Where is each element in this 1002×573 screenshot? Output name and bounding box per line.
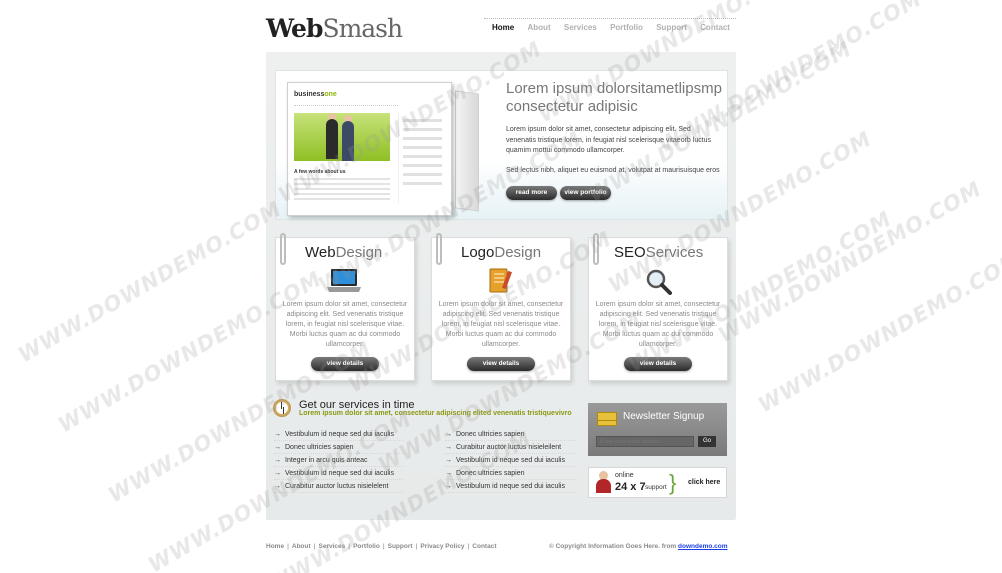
paperclip-icon <box>436 233 442 265</box>
footer-link-portfolio[interactable]: Portfolio <box>353 543 380 550</box>
nav-contact[interactable]: Contact <box>700 23 730 32</box>
list-item: Vestibulum id neque sed dui iaculis <box>274 428 404 441</box>
hero-paragraph-2: Sed lectus nibh, aliquet eu euismod at, … <box>506 167 720 174</box>
site-logo[interactable]: WebSmash <box>266 14 403 43</box>
list-item: Donec ultricies sapien <box>274 441 404 454</box>
view-portfolio-button[interactable]: view portfolio <box>560 186 611 200</box>
read-more-button[interactable]: read more <box>506 186 557 200</box>
copyright-text: © Copyright Information Goes Here. from <box>549 543 679 550</box>
support-hours: 24 x 7 <box>615 481 646 493</box>
service-title-a: Logo <box>461 244 495 261</box>
service-title: WebDesign <box>305 244 382 261</box>
website-mockup-image: businessone A few words about us <box>287 82 479 216</box>
logo-part-smash: Smash <box>322 14 403 43</box>
support-label: support <box>645 484 667 491</box>
newsletter-email-input[interactable] <box>596 436 694 447</box>
list-item: Donec ultricies sapien <box>445 428 575 441</box>
footer-link-privacy[interactable]: Privacy Policy <box>420 543 464 550</box>
paperclip-icon <box>280 233 286 265</box>
newsletter-title: Newsletter Signup <box>623 411 705 422</box>
view-details-button[interactable]: view details <box>467 357 535 371</box>
service-title-a: Web <box>305 244 336 261</box>
services-time-subtitle: Lorem ipsum dolor sit amet, consectetur … <box>299 410 572 417</box>
list-item: Curabitur auctor luctus nisielelent <box>274 480 404 493</box>
logo-part-web: Web <box>266 14 323 43</box>
service-title-b: Services <box>645 244 704 261</box>
footer-links: Home | About | Services | Portfolio | Support | Pr… <box>266 543 497 550</box>
list-item: Vestibulum id neque sed dui iaculis <box>274 467 404 480</box>
service-title-b: Design <box>335 244 383 261</box>
nav-services[interactable]: Services <box>564 23 597 32</box>
watermark-text: WWW.DOWNDEMO.COM <box>714 176 986 348</box>
mockup-heading: A few words about us <box>294 169 346 175</box>
nav-home[interactable]: Home <box>492 23 514 32</box>
footer-link-services[interactable]: Services <box>319 543 346 550</box>
view-details-button[interactable]: view details <box>311 357 379 371</box>
person-figure <box>326 119 338 159</box>
footer-link-support[interactable]: Support <box>388 543 413 550</box>
support-click-here-link[interactable]: click here <box>688 479 720 486</box>
service-text: Lorem ipsum dolor sit amet, consectetur … <box>595 301 721 348</box>
footer-link-about[interactable]: About <box>292 543 311 550</box>
support-online-label: online <box>615 472 634 479</box>
service-title: SEOServices <box>614 244 703 261</box>
service-title-a: SEO <box>614 244 646 261</box>
footer-site-link[interactable]: downdemo.com <box>678 543 727 550</box>
nav-support[interactable]: Support <box>656 23 687 32</box>
footer-link-contact[interactable]: Contact <box>472 543 496 550</box>
list-item: Vestibulum id neque sed dui iaculis <box>445 454 575 467</box>
service-text: Lorem ipsum dolor sit amet, consectetur … <box>438 301 564 348</box>
notebook-pencil-icon <box>489 268 512 293</box>
footer-link-home[interactable]: Home <box>266 543 284 550</box>
main-nav: Home About Services Portfolio Support Co… <box>484 18 736 32</box>
services-list-right: Donec ultricies sapien Curabitur auctor … <box>445 428 575 493</box>
clock-icon <box>273 399 291 417</box>
mockup-logo: businessone <box>294 91 337 98</box>
laptop-icon <box>327 269 361 292</box>
support-agent-icon <box>596 471 611 493</box>
magnifier-icon <box>646 269 672 295</box>
watermark-text: WWW.DOWNDEMO.COM <box>14 196 286 368</box>
person-figure <box>342 121 354 161</box>
view-details-button[interactable]: view details <box>624 357 692 371</box>
envelope-icon <box>597 412 617 426</box>
mockup-logo-b: one <box>324 91 337 98</box>
list-item: Integer in arcu quis anteac <box>274 454 404 467</box>
service-title-b: Design <box>494 244 542 261</box>
service-title: LogoDesign <box>461 244 541 261</box>
newsletter-go-button[interactable]: Go <box>698 436 716 447</box>
list-item: Vestibulum id neque sed dui iaculis <box>445 480 575 493</box>
service-text: Lorem ipsum dolor sit amet, consectetur … <box>282 301 408 348</box>
nav-about[interactable]: About <box>528 23 551 32</box>
list-item: Curabitur auctor luctus nisieleilent <box>445 441 575 454</box>
list-item: Donec ultricies sapien <box>445 467 575 480</box>
services-list-left: Vestibulum id neque sed dui iaculis Done… <box>274 428 404 493</box>
paperclip-icon <box>593 233 599 265</box>
brace-icon: } <box>669 470 677 495</box>
mockup-logo-a: business <box>294 91 325 98</box>
hero-title: Lorem ipsum dolorsitametlipsmp consectet… <box>506 80 722 115</box>
watermark-text: WWW.DOWNDEMO.COM <box>754 246 1002 418</box>
hero-paragraph: Lorem ipsum dolor sit amet, consectetur … <box>506 126 712 154</box>
footer-copyright: © Copyright Information Goes Here. from … <box>549 543 728 550</box>
nav-portfolio[interactable]: Portfolio <box>610 23 643 32</box>
